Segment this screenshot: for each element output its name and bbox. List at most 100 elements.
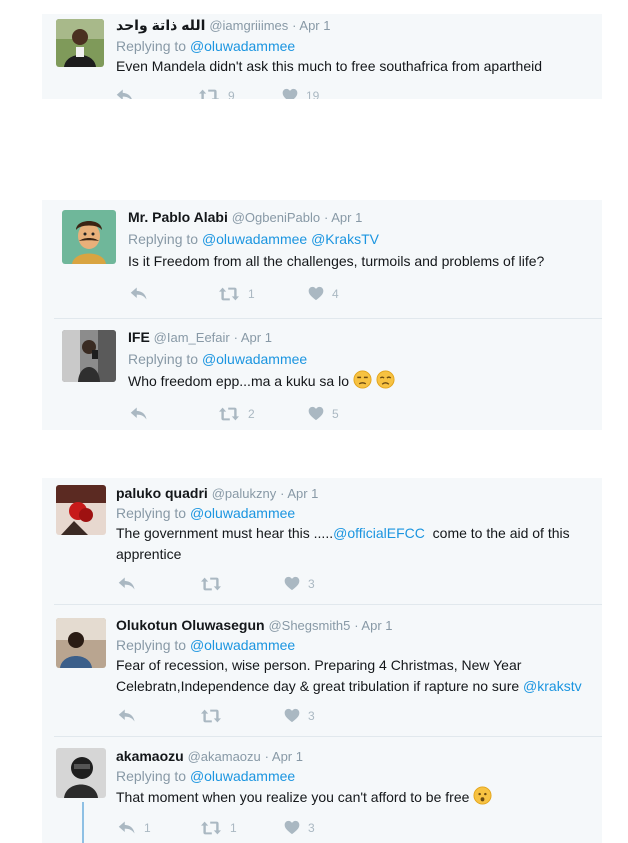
replying-to-link[interactable]: @oluwadammee <box>190 505 295 521</box>
replying-to-link[interactable]: @oluwadammee <box>190 768 295 784</box>
avatar[interactable] <box>56 618 106 668</box>
display-name[interactable]: IFE <box>128 329 150 345</box>
reply-button[interactable] <box>116 88 134 99</box>
tweet-time[interactable]: · Apr 1 <box>234 330 272 345</box>
reply-button[interactable] <box>118 708 136 723</box>
replying-to-link[interactable]: @oluwadammee <box>190 637 295 653</box>
retweet-button[interactable] <box>200 576 222 592</box>
retweet-button[interactable]: 1 <box>200 820 237 836</box>
tweet-actions: 9 19 <box>116 88 416 99</box>
avatar[interactable] <box>62 210 116 264</box>
display-name[interactable]: akamaozu <box>116 748 184 764</box>
reply-button[interactable] <box>118 576 136 591</box>
display-name[interactable]: Mr. Pablo Alabi <box>128 209 228 225</box>
retweet-button[interactable]: 1 <box>218 286 255 302</box>
tweet-header: Mr. Pablo Alabi @OgbeniPablo · Apr 1 <box>128 209 362 225</box>
mention-link[interactable]: @krakstv <box>523 678 582 694</box>
tweet-text: Even Mandela didn't ask this much to fre… <box>116 58 543 74</box>
like-button[interactable]: 3 <box>284 820 315 835</box>
like-button[interactable]: 3 <box>284 708 315 723</box>
disappointed-face-icon <box>376 370 395 389</box>
retweet-icon <box>218 286 240 302</box>
replying-to-label: Replying to <box>128 231 199 247</box>
user-handle[interactable]: @Iam_Eefair <box>154 330 230 345</box>
heart-icon <box>284 576 300 591</box>
heart-icon <box>284 820 300 835</box>
reply-arrow-icon <box>118 708 136 723</box>
heart-icon <box>284 708 300 723</box>
tweet-actions: 1 1 3 <box>118 820 418 838</box>
reply-button[interactable] <box>130 286 148 301</box>
retweet-button[interactable] <box>200 708 222 724</box>
heart-icon <box>282 88 298 99</box>
retweet-count: 9 <box>228 89 235 99</box>
tweet-shegsmith5[interactable]: Olukotun Oluwasegun @Shegsmith5 · Apr 1 … <box>42 604 602 736</box>
tweet-time[interactable]: · Apr 1 <box>354 618 392 633</box>
like-count: 19 <box>306 88 320 100</box>
like-button[interactable]: 3 <box>284 576 315 591</box>
tweet-text: That moment when you realize you can't a… <box>116 786 596 808</box>
reply-arrow-icon <box>130 286 148 301</box>
tweet-actions: 1 4 <box>130 286 430 304</box>
tweet-header: paluko quadri @palukzny · Apr 1 <box>116 485 318 501</box>
heart-icon <box>308 406 324 421</box>
tweet-time[interactable]: · Apr 1 <box>292 18 330 33</box>
display-name[interactable]: paluko quadri <box>116 485 208 501</box>
tweet-griiimes[interactable]: الله ذاتة واحد @iamgriiimes · Apr 1 Repl… <box>42 14 602 99</box>
tweet-text: Is it Freedom from all the challenges, t… <box>128 253 545 269</box>
tweet-ogbenipablo[interactable]: Mr. Pablo Alabi @OgbeniPablo · Apr 1 Rep… <box>42 200 602 318</box>
replying-to-label: Replying to <box>116 505 187 521</box>
display-name[interactable]: Olukotun Oluwasegun <box>116 617 265 633</box>
replying-to-link[interactable]: @oluwadammee @KraksTV <box>202 231 379 247</box>
reply-button[interactable] <box>130 406 148 421</box>
tweet-text-part: The government must hear this ..... <box>116 525 334 541</box>
tweet-time[interactable]: · Apr 1 <box>280 486 318 501</box>
retweet-count: 1 <box>230 821 237 835</box>
tweet-card-1: الله ذاتة واحد @iamgriiimes · Apr 1 Repl… <box>42 14 602 99</box>
retweet-count: 2 <box>248 407 255 421</box>
tweet-card-2: Mr. Pablo Alabi @OgbeniPablo · Apr 1 Rep… <box>42 200 602 430</box>
tweet-text: The government must hear this .....@offi… <box>116 523 586 565</box>
like-button[interactable]: 19 <box>282 88 319 99</box>
tweet-akamaozu[interactable]: akamaozu @akamaozu · Apr 1 Replying to @… <box>42 736 602 843</box>
tweet-actions: 3 <box>118 576 418 594</box>
reply-count: 1 <box>144 820 151 835</box>
tweet-time[interactable]: · Apr 1 <box>324 210 362 225</box>
avatar[interactable] <box>56 748 106 798</box>
replying-to-label: Replying to <box>116 637 187 653</box>
replying-to-label: Replying to <box>128 351 199 367</box>
like-count: 3 <box>308 820 315 835</box>
reply-button[interactable]: 1 <box>118 820 151 835</box>
avatar[interactable] <box>56 19 104 67</box>
tweet-time[interactable]: · Apr 1 <box>265 749 303 764</box>
user-handle[interactable]: @Shegsmith5 <box>268 618 350 633</box>
retweet-button[interactable]: 2 <box>218 406 255 422</box>
replying-to: Replying to @oluwadammee <box>116 637 295 653</box>
replying-to: Replying to @oluwadammee <box>116 38 295 54</box>
like-button[interactable]: 4 <box>308 286 339 301</box>
tweet-header: IFE @Iam_Eefair · Apr 1 <box>128 329 272 345</box>
tweet-palukzny[interactable]: paluko quadri @palukzny · Apr 1 Replying… <box>42 478 602 604</box>
replying-to-link[interactable]: @oluwadammee <box>190 38 295 54</box>
replying-to-link[interactable]: @oluwadammee <box>202 351 307 367</box>
retweet-button[interactable]: 9 <box>198 88 235 99</box>
like-button[interactable]: 5 <box>308 406 339 421</box>
user-handle[interactable]: @iamgriiimes <box>209 18 288 33</box>
tweet-iam-eefair[interactable]: IFE @Iam_Eefair · Apr 1 Replying to @olu… <box>42 318 602 430</box>
retweet-count: 1 <box>248 287 255 301</box>
heart-icon <box>308 286 324 301</box>
replying-to: Replying to @oluwadammee <box>116 768 295 784</box>
avatar[interactable] <box>56 485 106 535</box>
user-handle[interactable]: @OgbeniPablo <box>232 210 320 225</box>
like-count: 4 <box>332 286 339 301</box>
user-handle[interactable]: @palukzny <box>212 486 277 501</box>
mention-link[interactable]: @officialEFCC <box>333 525 425 541</box>
tweet-header: Olukotun Oluwasegun @Shegsmith5 · Apr 1 <box>116 617 393 633</box>
tweet-header: akamaozu @akamaozu · Apr 1 <box>116 748 303 764</box>
like-count: 3 <box>308 576 315 591</box>
worried-face-icon <box>473 786 492 805</box>
avatar[interactable] <box>62 330 116 382</box>
replying-to-label: Replying to <box>116 38 187 54</box>
user-handle[interactable]: @akamaozu <box>188 749 261 764</box>
display-name[interactable]: الله ذاتة واحد <box>116 17 205 33</box>
